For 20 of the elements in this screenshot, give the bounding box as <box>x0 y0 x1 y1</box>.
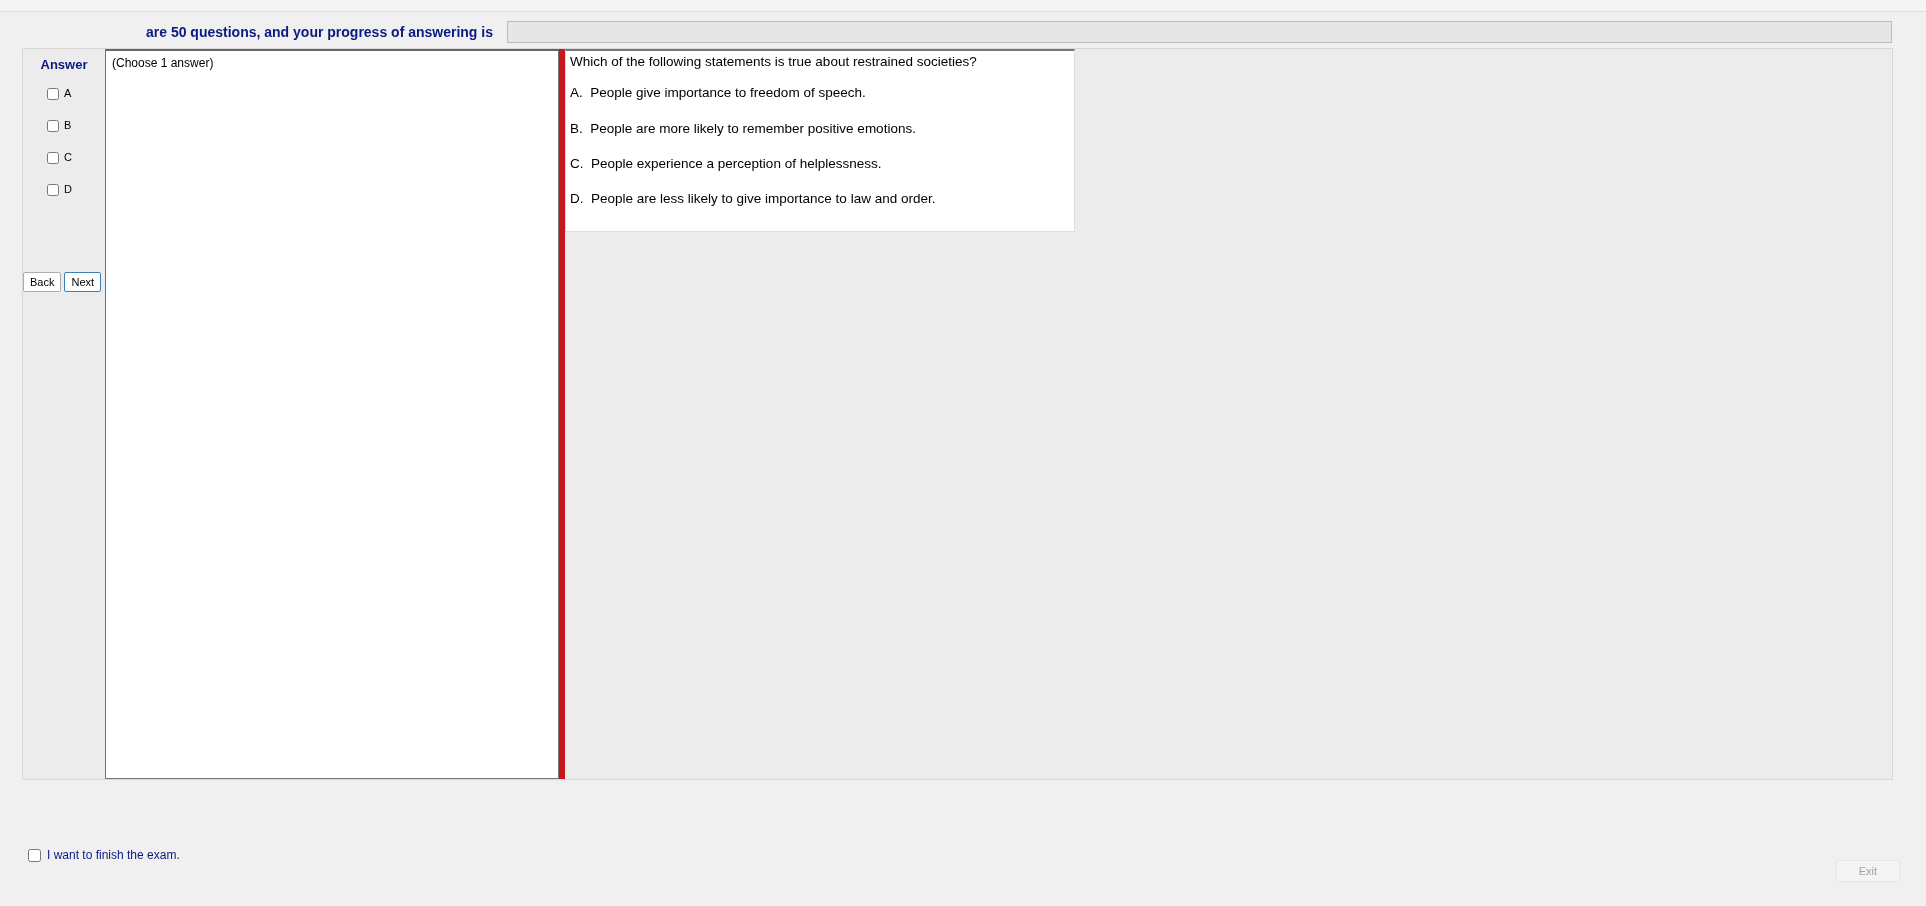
choice-text: D. People are less likely to give importance to law and order. <box>570 190 937 208</box>
choice-text: A. People give importance to freedom of speech. <box>570 84 867 103</box>
option-label: B <box>64 118 72 134</box>
finish-exam-label: I want to finish the exam. <box>47 847 180 864</box>
finish-exam-checkbox[interactable] <box>28 848 41 862</box>
answer-checkbox[interactable] <box>47 119 59 132</box>
instruction-text: (Choose 1 answer) <box>112 55 214 72</box>
answer-checkbox[interactable] <box>47 151 59 164</box>
back-button[interactable]: Back <box>23 271 62 292</box>
question-text: Which of the following statements is true about restrained societies? <box>570 53 978 71</box>
next-button[interactable]: Next <box>64 271 102 292</box>
choice-text: C. People experience a perception of helplessness. <box>570 154 883 173</box>
answer-checkbox[interactable] <box>47 87 59 100</box>
answer-heading: Answer <box>39 56 89 74</box>
option-label: D <box>64 182 72 198</box>
progress-description: are 50 questions, and your progress of answering is <box>146 22 493 42</box>
option-label: C <box>64 150 72 166</box>
answer-checkbox[interactable] <box>47 183 59 196</box>
choice-text: B. People are more likely to remember positive emotions. <box>570 119 917 138</box>
option-label: A <box>64 86 72 102</box>
